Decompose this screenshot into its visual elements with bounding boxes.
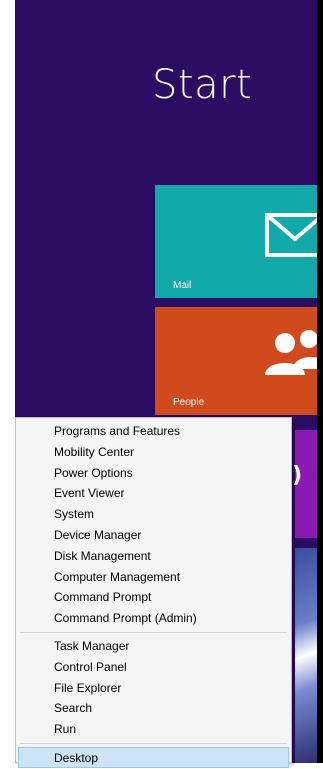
menu-item-desktop[interactable]: Desktop (18, 746, 289, 768)
people-icon (265, 330, 317, 375)
power-user-menu: Programs and Features Mobility Center Po… (15, 417, 292, 768)
menu-item-device-manager[interactable]: Device Manager (16, 525, 291, 546)
tile-mail-label: Mail (173, 280, 192, 291)
menu-group-desktop: Desktop (16, 746, 291, 768)
menu-item-power-options[interactable]: Power Options (16, 463, 291, 484)
menu-item-task-manager[interactable]: Task Manager (16, 636, 291, 657)
menu-item-search[interactable]: Search (16, 698, 291, 719)
menu-item-computer-management[interactable]: Computer Management (16, 567, 291, 588)
menu-item-mobility-center[interactable]: Mobility Center (16, 442, 291, 463)
tile-people-label: People (173, 397, 205, 408)
menu-separator (20, 631, 287, 633)
menu-group-utilities: Task Manager Control Panel File Explorer… (16, 636, 291, 740)
start-title: Start (152, 62, 253, 108)
menu-item-programs-and-features[interactable]: Programs and Features (16, 421, 291, 442)
menu-item-system[interactable]: System (16, 504, 291, 525)
menu-item-event-viewer[interactable]: Event Viewer (16, 483, 291, 504)
menu-item-run[interactable]: Run (16, 719, 291, 740)
mail-icon (265, 213, 317, 257)
menu-item-disk-management[interactable]: Disk Management (16, 546, 291, 567)
tile-partial-purple[interactable]: -) (283, 430, 317, 538)
screen-edge (317, 0, 323, 763)
tile-partial-photos[interactable] (295, 548, 317, 763)
menu-item-control-panel[interactable]: Control Panel (16, 657, 291, 678)
menu-item-command-prompt[interactable]: Command Prompt (16, 587, 291, 608)
menu-group-system-tools: Programs and Features Mobility Center Po… (16, 421, 291, 629)
menu-item-file-explorer[interactable]: File Explorer (16, 678, 291, 699)
tile-mail[interactable]: Mail (155, 185, 317, 298)
menu-item-command-prompt-admin[interactable]: Command Prompt (Admin) (16, 608, 291, 629)
tile-people[interactable]: People (155, 307, 317, 415)
menu-separator (20, 742, 287, 744)
